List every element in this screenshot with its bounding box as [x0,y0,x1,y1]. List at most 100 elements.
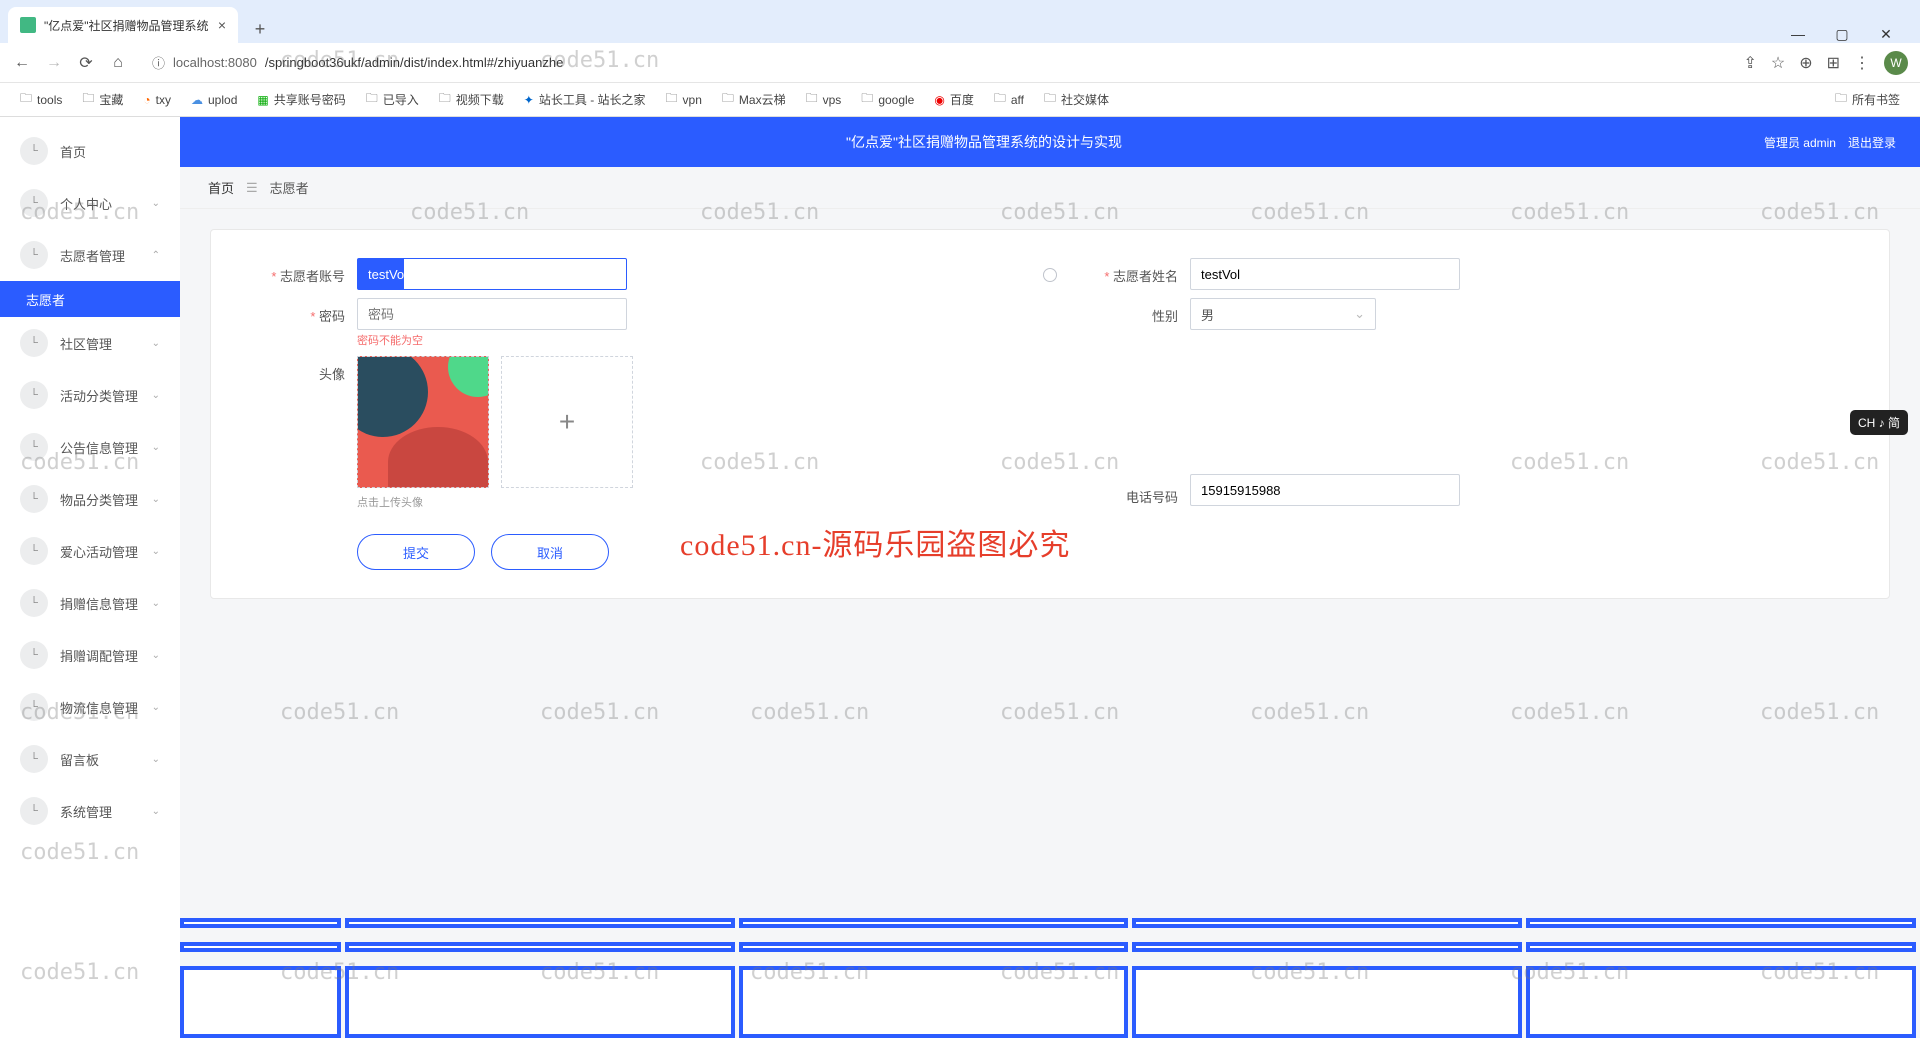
menu-icon[interactable]: ⋮ [1854,53,1870,73]
home-icon[interactable]: ⌂ [108,54,128,72]
chevron-down-icon: ⌄ [152,650,160,661]
password-label: 密码 [247,298,357,325]
sidebar-item-donation-allocation[interactable]: └捐赠调配管理⌄ [0,629,180,681]
topbar: "亿点爱"社区捐赠物品管理系统的设计与实现 管理员 admin 退出登录 [180,117,1920,167]
gender-select[interactable]: 男 ⌄ [1190,298,1376,330]
clock-icon: └ [20,485,48,513]
close-icon[interactable]: ✕ [1876,26,1896,43]
sidebar-home[interactable]: └ 首页 [0,125,180,177]
bookmark-item[interactable]: ◉百度 [926,87,982,112]
breadcrumb-home[interactable]: 首页 [208,178,234,197]
password-input[interactable] [357,298,627,330]
name-input[interactable] [1190,258,1460,290]
clock-icon: └ [20,589,48,617]
sidebar-item-message[interactable]: └留言板⌄ [0,733,180,785]
bookmark-item[interactable]: 🗀视频下载 [431,85,512,114]
sidebar-item-system[interactable]: └系统管理⌄ [0,785,180,837]
sidebar-item-activity-category[interactable]: └活动分类管理⌄ [0,369,180,421]
sidebar-item-donation-info[interactable]: └捐赠信息管理⌄ [0,577,180,629]
translate-icon[interactable]: ⊕ [1799,53,1812,73]
clock-icon: └ [20,745,48,773]
bookmark-item[interactable]: 🗀google [853,85,922,114]
chevron-down-icon: ⌄ [152,754,160,765]
phone-input[interactable] [1190,474,1460,506]
bookmark-item[interactable]: 🗀tools [12,85,70,114]
account-input[interactable] [357,258,627,290]
current-user: 管理员 admin [1764,134,1836,151]
sidebar-item-notice[interactable]: └公告信息管理⌄ [0,421,180,473]
sidebar-item-love-activity[interactable]: └爱心活动管理⌄ [0,525,180,577]
clock-icon: └ [20,189,48,217]
clock-icon: └ [20,241,48,269]
avatar-preview[interactable] [357,356,489,488]
sidebar: └ 首页 └个人中心⌄ └志愿者管理⌃ 志愿者 └社区管理⌄ └活动分类管理⌄ … [0,117,180,1038]
cancel-button[interactable]: 取消 [491,534,609,570]
folder-icon: 🗀 [1044,89,1056,110]
ime-indicator: CH ♪ 简 [1850,410,1908,435]
star-icon[interactable]: ☆ [1771,53,1785,73]
chevron-down-icon: ⌄ [152,390,160,401]
sidebar-item-logistics[interactable]: └物流信息管理⌄ [0,681,180,733]
bookmark-item[interactable]: 🗀已导入 [358,85,427,114]
sidebar-sub-volunteer[interactable]: 志愿者 [0,281,180,317]
clock-icon: └ [20,381,48,409]
radio-unchecked[interactable] [1043,268,1057,282]
main-area: "亿点爱"社区捐赠物品管理系统的设计与实现 管理员 admin 退出登录 首页 … [180,117,1920,1038]
logout-link[interactable]: 退出登录 [1848,134,1896,151]
folder-icon: 🗀 [994,89,1006,110]
vue-favicon [20,17,36,33]
extensions-icon[interactable]: ⊞ [1827,53,1840,73]
bookmark-item[interactable]: ▦共享账号密码 [249,87,353,112]
avatar-upload-button[interactable]: + [501,356,633,488]
sidebar-item-goods-category[interactable]: └物品分类管理⌄ [0,473,180,525]
chevron-down-icon: ⌄ [152,338,160,349]
tab-title: "亿点爱"社区捐赠物品管理系统 [44,17,210,34]
bottom-decoration [180,918,1920,1038]
browser-tab[interactable]: "亿点爱"社区捐赠物品管理系统 × [8,7,238,43]
link-icon: ✦ [524,93,534,107]
folder-icon: 🗀 [366,89,378,110]
site-info-icon[interactable]: ⓘ [152,53,165,72]
clock-icon: └ [20,137,48,165]
bookmark-item[interactable]: 🗀vpn [658,85,710,114]
phone-label: 电话号码 [1080,479,1190,506]
link-icon: ☁ [191,93,203,107]
chevron-down-icon: ⌄ [152,806,160,817]
password-error: 密码不能为空 [357,332,627,348]
url-bar: ← → ⟳ ⌂ ⓘ localhost:8080 /springboot36uk… [0,43,1920,83]
sidebar-item-personal[interactable]: └个人中心⌄ [0,177,180,229]
sidebar-item-volunteer[interactable]: └志愿者管理⌃ [0,229,180,281]
bookmark-item[interactable]: ✦站长工具 - 站长之家 [516,87,654,112]
breadcrumb-current: 志愿者 [270,178,309,197]
bookmark-item[interactable]: 🗀宝藏 [74,85,131,114]
form-card: 志愿者账号 志愿者姓名 密码 密码不能为空 [210,229,1890,599]
bookmark-item[interactable]: 🗀vps [798,85,850,114]
maximize-icon[interactable]: ▢ [1832,26,1852,43]
folder-icon: 🗀 [1835,89,1847,110]
sidebar-item-community[interactable]: └社区管理⌄ [0,317,180,369]
submit-button[interactable]: 提交 [357,534,475,570]
bookmark-item[interactable]: 🗀社交媒体 [1036,85,1117,114]
reload-icon[interactable]: ⟳ [76,53,96,73]
folder-icon: 🗀 [722,89,734,110]
tab-close-icon[interactable]: × [218,17,226,33]
share-icon[interactable]: ⇪ [1743,53,1756,73]
profile-avatar[interactable]: W [1884,51,1908,75]
clock-icon: └ [20,641,48,669]
bookmark-item[interactable]: ◔txy [135,89,179,111]
address-input[interactable]: ⓘ localhost:8080 /springboot36ukf/admin/… [140,48,1731,78]
chevron-down-icon: ⌄ [152,546,160,557]
folder-icon: 🗀 [666,89,678,110]
bookmark-item[interactable]: 🗀Max云梯 [714,85,794,114]
forward-icon[interactable]: → [44,54,64,72]
back-icon[interactable]: ← [12,54,32,72]
all-bookmarks[interactable]: 🗀所有书签 [1827,85,1908,114]
bookmarks-bar: 🗀tools 🗀宝藏 ◔txy ☁uplod ▦共享账号密码 🗀已导入 🗀视频下… [0,83,1920,117]
folder-icon: 🗀 [861,89,873,110]
folder-icon: 🗀 [439,89,451,110]
window-controls: — ▢ ✕ [1772,26,1912,43]
bookmark-item[interactable]: 🗀aff [986,85,1032,114]
bookmark-item[interactable]: ☁uplod [183,89,245,111]
new-tab-button[interactable]: + [246,15,274,43]
minimize-icon[interactable]: — [1788,26,1808,43]
